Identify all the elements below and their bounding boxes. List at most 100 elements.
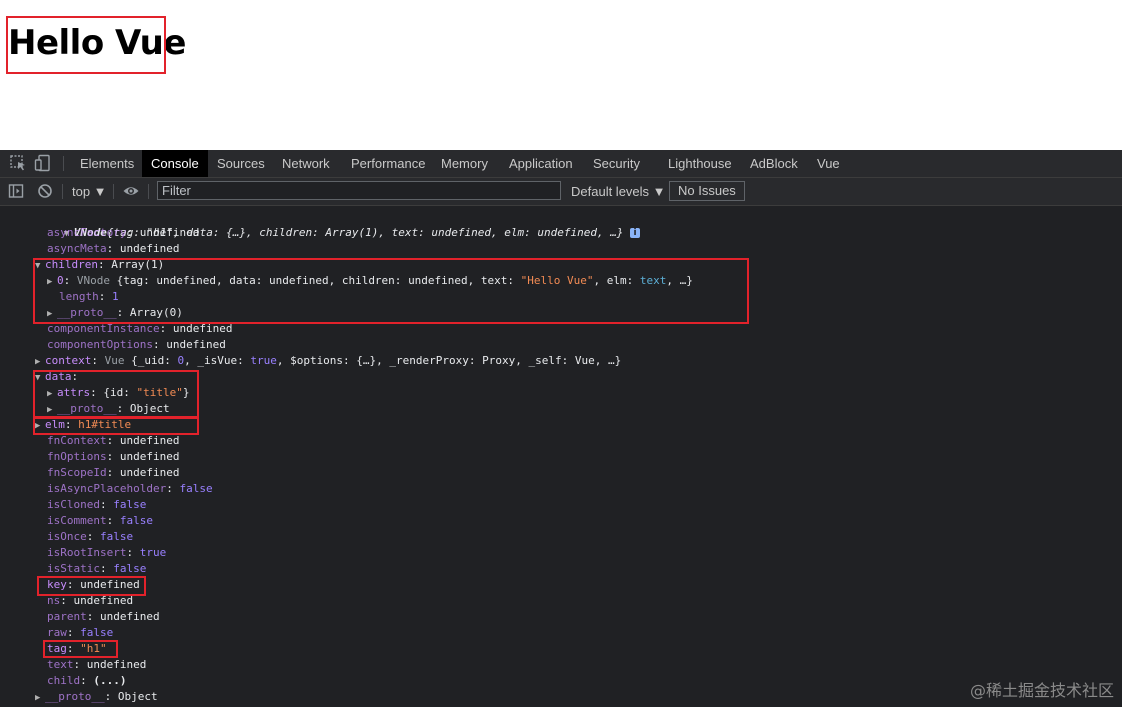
prop-componentOptions: componentOptions: undefined: [47, 338, 226, 351]
tab-adblock[interactable]: AdBlock: [741, 150, 807, 177]
prop-root-proto[interactable]: ▶ __proto__: Object: [35, 689, 158, 705]
prop-value: undefined: [166, 338, 226, 351]
prop-asyncFactory: asyncFactory: undefined: [47, 226, 200, 239]
prop-key: length: [59, 290, 99, 303]
prop-children[interactable]: ▼ children: Array(1): [35, 257, 164, 273]
tab-application[interactable]: Application: [500, 150, 582, 177]
expanded-triangle-icon[interactable]: ▼: [35, 258, 45, 274]
prop-value: undefined: [73, 594, 134, 607]
prop-key: parent: [47, 610, 87, 623]
prop-value: 1: [112, 290, 119, 303]
inspect-element-icon[interactable]: [9, 154, 27, 172]
toolbar-divider: [62, 184, 63, 199]
page-heading: Hello Vue: [8, 23, 186, 63]
prop-key: __proto__: [57, 306, 117, 319]
devtools-panel: Elements Console Sources Network Perform…: [0, 150, 1122, 707]
prop-value: h1#title: [78, 418, 132, 431]
log-levels-dropdown[interactable]: Default levels ▼: [571, 178, 666, 205]
getter-invoke[interactable]: (...): [93, 674, 126, 687]
prop-value: Array(0): [129, 306, 183, 319]
collapsed-triangle-icon[interactable]: ▶: [35, 354, 45, 370]
prop-fnOptions: fnOptions: undefined: [47, 450, 180, 463]
tab-lighthouse[interactable]: Lighthouse: [659, 150, 741, 177]
prop-children-0[interactable]: ▶ 0: VNode {tag: undefined, data: undefin…: [47, 273, 693, 289]
preview-value: true: [250, 354, 277, 367]
prop-key: context: [45, 354, 92, 367]
prop-context[interactable]: ▶ context: Vue {_uid: 0, _isVue: true, $o…: [35, 353, 621, 369]
tab-elements[interactable]: Elements: [71, 150, 143, 177]
prop-ns: ns: undefined: [47, 594, 134, 607]
prop-value: undefined: [100, 610, 160, 623]
toolbar-divider: [113, 184, 114, 199]
watermark: @稀土掘金技术社区: [969, 681, 1114, 700]
prop-key: child: [47, 674, 81, 687]
clear-console-icon[interactable]: [37, 183, 55, 201]
prop-key: key: [47, 578, 67, 591]
prop-elm[interactable]: ▶ elm: h1#title: [35, 417, 131, 433]
prop-child[interactable]: child: (...): [47, 673, 127, 689]
prop-length: length: 1: [59, 290, 119, 303]
issues-button[interactable]: No Issues: [669, 181, 745, 201]
prop-key: key: undefined: [47, 578, 140, 591]
console-output: ▼ VNode{tag: "h1", data: {…}, children: A…: [0, 206, 1122, 707]
prop-attrs[interactable]: ▶ attrs: {id: "title"}: [47, 385, 189, 401]
collapsed-triangle-icon[interactable]: ▶: [47, 274, 57, 290]
prop-key: __proto__: [45, 690, 105, 703]
preview-value: Vue: [574, 354, 595, 367]
context-selector[interactable]: top ▼: [72, 178, 107, 205]
prop-key: fnScopeId: [47, 466, 107, 479]
collapsed-triangle-icon[interactable]: ▶: [47, 306, 57, 322]
console-filter-input[interactable]: [157, 181, 561, 200]
prop-data-proto[interactable]: ▶ __proto__: Object: [47, 401, 170, 417]
prop-componentInstance: componentInstance: undefined: [47, 322, 233, 335]
prop-value: Object: [117, 690, 158, 703]
device-toolbar-icon[interactable]: [34, 154, 52, 172]
prop-value: false: [113, 498, 147, 511]
prop-key: 0: [57, 274, 64, 287]
collapsed-triangle-icon[interactable]: ▶: [35, 690, 45, 706]
prop-isAsyncPlaceholder: isAsyncPlaceholder: false: [47, 482, 213, 495]
prop-value: Array(1): [111, 258, 165, 271]
preview-value: undefined: [268, 274, 329, 287]
collapsed-triangle-icon[interactable]: ▶: [47, 402, 57, 418]
sidebar-toggle-icon[interactable]: [8, 183, 26, 201]
tab-security[interactable]: Security: [584, 150, 649, 177]
collapsed-triangle-icon[interactable]: ▶: [35, 418, 45, 434]
preview-value: undefined: [408, 274, 468, 287]
prop-children-proto[interactable]: ▶ __proto__: Array(0): [47, 305, 183, 321]
prop-key: isRootInsert: [47, 546, 127, 559]
prop-parent: parent: undefined: [47, 610, 160, 623]
preview-text: {id:: [103, 386, 137, 399]
preview-text: , _isVue:: [184, 354, 251, 367]
tab-performance[interactable]: Performance: [342, 150, 434, 177]
prop-key: text: [47, 658, 74, 671]
tab-memory[interactable]: Memory: [432, 150, 497, 177]
preview-text: , …}: [666, 274, 693, 287]
prop-raw: raw: false: [47, 626, 114, 639]
vnode-log-entry[interactable]: ▼ VNode{tag: "h1", data: {…}, children: A…: [24, 209, 641, 239]
tab-vue[interactable]: Vue: [808, 150, 849, 177]
prop-value: undefined: [119, 466, 180, 479]
prop-key: ns: [47, 594, 61, 607]
prop-key: fnOptions: [47, 450, 107, 463]
prop-fnScopeId: fnScopeId: undefined: [47, 466, 180, 479]
tab-sources[interactable]: Sources: [208, 150, 274, 177]
prop-isComment: isComment: false: [47, 514, 153, 527]
collapsed-triangle-icon[interactable]: ▶: [47, 386, 57, 402]
prop-key: isAsyncPlaceholder: [47, 482, 167, 495]
prop-value: undefined: [172, 322, 233, 335]
prop-value: undefined: [119, 450, 180, 463]
tab-network[interactable]: Network: [273, 150, 339, 177]
prop-value: false: [179, 482, 213, 495]
live-expression-eye-icon[interactable]: [122, 182, 140, 200]
prop-value: false: [113, 562, 147, 575]
prop-key: isCloned: [47, 498, 100, 511]
page-viewport: Hello Vue: [0, 0, 1122, 150]
tab-console[interactable]: Console: [142, 150, 208, 177]
prop-value: true: [139, 546, 167, 559]
prop-data[interactable]: ▼ data:: [35, 369, 78, 385]
info-icon[interactable]: i: [630, 228, 641, 238]
preview-string: "Hello Vue": [520, 274, 594, 287]
prop-key: componentInstance: [47, 322, 160, 335]
expanded-triangle-icon[interactable]: ▼: [35, 370, 45, 386]
